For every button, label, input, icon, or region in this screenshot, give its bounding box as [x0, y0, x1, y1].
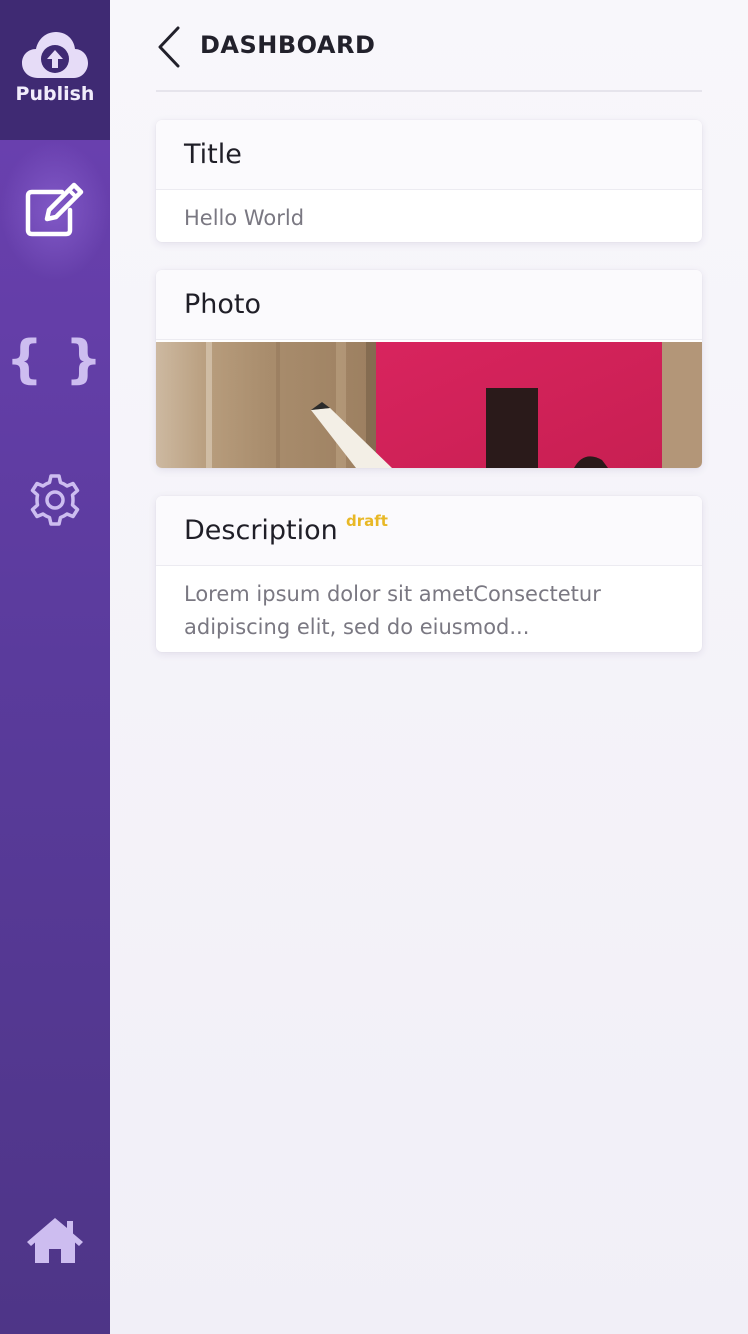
main-content: DASHBOARD Title Hello World Photo Descri…	[156, 0, 702, 652]
chevron-left-icon	[158, 26, 180, 68]
title-card[interactable]: Title Hello World	[156, 120, 702, 242]
edit-icon	[25, 182, 84, 237]
title-value: Hello World	[184, 206, 305, 230]
sidebar-item-code[interactable]: { }	[0, 290, 110, 430]
sidebar-item-settings[interactable]	[0, 430, 110, 570]
title-card-header: Title	[156, 120, 702, 190]
photo-card[interactable]: Photo	[156, 270, 702, 468]
draft-badge: draft	[346, 512, 388, 530]
description-card-header: Description draft	[156, 496, 702, 566]
description-value: Lorem ipsum dolor sit ametConsectetur ad…	[184, 582, 601, 639]
sidebar-item-home[interactable]	[0, 1170, 110, 1310]
home-icon	[27, 1218, 83, 1263]
publish-button[interactable]: Publish	[0, 0, 110, 140]
sidebar: Publish { }	[0, 0, 110, 1334]
sidebar-item-edit[interactable]	[0, 140, 110, 280]
publish-label: Publish	[15, 83, 95, 105]
cloud-upload-icon	[22, 32, 88, 78]
back-button[interactable]	[156, 26, 182, 68]
description-card-label: Description	[184, 515, 338, 546]
braces-icon: { }	[5, 330, 105, 390]
photo-card-header: Photo	[156, 270, 702, 340]
page-title: DASHBOARD	[200, 31, 376, 59]
title-card-label: Title	[184, 139, 242, 170]
photo-card-label: Photo	[184, 289, 262, 320]
photo-image	[156, 342, 702, 468]
page-header: DASHBOARD	[156, 0, 702, 92]
description-card[interactable]: Description draft Lorem ipsum dolor sit …	[156, 496, 702, 652]
gear-icon	[30, 474, 80, 526]
